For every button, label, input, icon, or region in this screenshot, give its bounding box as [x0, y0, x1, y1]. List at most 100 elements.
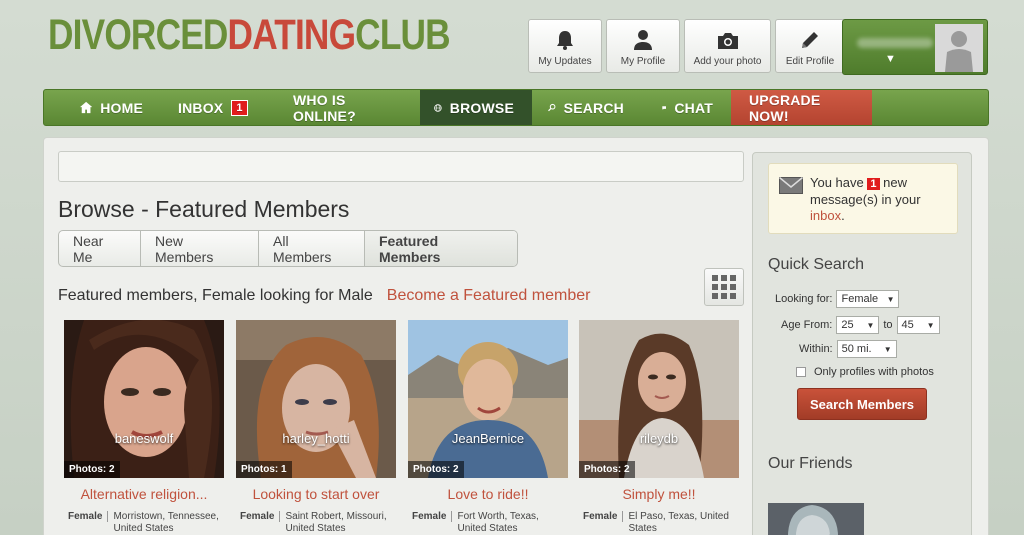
our-friends-title: Our Friends [768, 455, 853, 472]
member-meta: Female Saint Robert, Missouri, United St… [236, 511, 396, 535]
add-photo-button[interactable]: Add your photo [684, 19, 771, 73]
age-to-label: to [883, 319, 893, 331]
member-meta: Female El Paso, Texas, United States [579, 511, 739, 535]
camera-icon [717, 33, 738, 49]
results-subheading: Featured members, Female looking for Mal… [58, 287, 590, 305]
member-gender: Female [68, 511, 109, 522]
my-updates-button[interactable]: My Updates [528, 19, 602, 73]
age-from-select[interactable]: 25 ▼ [836, 316, 880, 334]
member-username: baneswolf [114, 431, 174, 446]
age-range-row: Age From: 25 ▼ to 45 ▼ [781, 316, 940, 334]
within-select[interactable]: 50 mi. ▼ [836, 340, 897, 358]
member-card: harley_hotti Photos: 1 Looking to start … [236, 320, 396, 535]
within-row: Within: 50 mi. ▼ [799, 340, 897, 358]
photos-only-row: Only profiles with photos [796, 366, 934, 378]
nav-inbox[interactable]: INBOX 1 [161, 90, 277, 125]
message-count-badge: 1 [867, 178, 880, 190]
site-logo[interactable]: DIVORCEDDATINGCLUB [48, 10, 451, 60]
photos-only-checkbox[interactable] [796, 367, 806, 377]
new-message-notice: You have 1 new message(s) in your inbox. [768, 163, 958, 234]
nav-browse[interactable]: BROWSE [420, 90, 532, 125]
nav-home-label: HOME [100, 99, 143, 116]
nav-who-is-online[interactable]: WHO IS ONLINE? [277, 90, 420, 125]
photo-count: Photos: 1 [236, 461, 292, 478]
grid-icon-cell [721, 284, 727, 290]
search-members-button[interactable]: Search Members [797, 388, 927, 420]
message-text: You have 1 new message(s) in your inbox. [810, 175, 950, 224]
tab-new-members[interactable]: New Members [141, 231, 259, 266]
member-meta: Female Morristown, Tennessee, United Sta… [64, 511, 224, 535]
photo-count: Photos: 2 [579, 461, 635, 478]
member-username: rileydb [639, 431, 679, 446]
grid-view-button[interactable] [704, 268, 744, 306]
user-menu[interactable]: ▼ [842, 19, 988, 75]
photo-count: Photos: 2 [64, 461, 120, 478]
nav-search-label: SEARCH [563, 99, 624, 116]
search-icon [548, 103, 556, 112]
logo-part-dating: DATING [227, 11, 356, 59]
dropdown-arrow-icon: ▼ [866, 320, 875, 330]
nav-browse-label: BROWSE [449, 99, 514, 116]
edit-profile-label: Edit Profile [785, 56, 835, 67]
grid-icon-cell [712, 284, 718, 290]
age-from-label: Age From: [781, 319, 833, 331]
inbox-count-badge: 1 [231, 99, 248, 116]
my-profile-button[interactable]: My Profile [606, 19, 680, 73]
nav-search[interactable]: SEARCH [532, 90, 642, 125]
edit-profile-button[interactable]: Edit Profile [775, 19, 845, 73]
nav-chat[interactable]: CHAT [642, 90, 731, 125]
tab-near-me[interactable]: Near Me [59, 231, 141, 266]
looking-for-select[interactable]: Female ▼ [836, 290, 900, 308]
grid-icon-cell [730, 284, 736, 290]
age-to-select[interactable]: 45 ▼ [896, 316, 940, 334]
member-username: harley_hotti [282, 431, 350, 446]
member-location: Fort Worth, Texas, United States [457, 511, 539, 534]
pencil-icon [802, 32, 818, 48]
grid-icon-cell [730, 293, 736, 299]
my-updates-label: My Updates [538, 56, 592, 67]
member-username: JeanBernice [451, 431, 525, 446]
friend-thumbnail[interactable] [768, 503, 864, 535]
dropdown-arrow-icon: ▼ [926, 320, 935, 330]
member-tagline[interactable]: Love to ride!! [408, 486, 568, 502]
nav-who-label: WHO IS ONLINE? [293, 91, 356, 124]
message-text-start: You have [810, 175, 864, 190]
nav-upgrade[interactable]: UPGRADE NOW! [731, 90, 872, 125]
chevron-down-icon: ▼ [885, 53, 896, 65]
quick-search-title: Quick Search [768, 256, 865, 273]
member-card: JeanBernice Photos: 2 Love to ride!! Fem… [408, 320, 568, 535]
photos-only-label: Only profiles with photos [814, 366, 934, 378]
become-featured-link[interactable]: Become a Featured member [387, 287, 591, 304]
member-tagline[interactable]: Simply me!! [579, 486, 739, 502]
tab-featured-members[interactable]: Featured Members [365, 231, 517, 266]
main-nav: HOME INBOX 1 WHO IS ONLINE? BROWSE SEARC… [43, 89, 989, 126]
member-photo[interactable]: harley_hotti Photos: 1 [236, 320, 396, 478]
envelope-icon [779, 177, 803, 194]
member-photo[interactable]: baneswolf Photos: 2 [64, 320, 224, 478]
member-location: Saint Robert, Missouri, United States [285, 511, 387, 534]
home-icon [80, 101, 93, 114]
my-profile-label: My Profile [620, 56, 666, 67]
logo-part-club: CLUB [355, 11, 450, 59]
inbox-link[interactable]: inbox [810, 208, 841, 223]
grid-icon-cell [721, 275, 727, 281]
nav-home[interactable]: HOME [44, 90, 161, 125]
results-description: Featured members, Female looking for Mal… [58, 287, 373, 304]
bell-icon [557, 31, 573, 50]
tab-all-members[interactable]: All Members [259, 231, 365, 266]
nav-upgrade-label: UPGRADE NOW! [749, 91, 821, 124]
grid-icon-cell [721, 293, 727, 299]
member-gender: Female [240, 511, 281, 522]
dropdown-arrow-icon: ▼ [886, 294, 895, 304]
member-photo[interactable]: rileydb Photos: 2 [579, 320, 739, 478]
avatar [935, 24, 983, 72]
browse-tabs: Near Me New Members All Members Featured… [58, 230, 518, 267]
age-from-value: 25 [841, 319, 854, 331]
age-to-value: 45 [901, 319, 914, 331]
member-tagline[interactable]: Alternative religion... [64, 486, 224, 502]
member-tagline[interactable]: Looking to start over [236, 486, 396, 502]
member-meta: Female Fort Worth, Texas, United States [408, 511, 568, 535]
grid-icon-cell [712, 275, 718, 281]
logo-part-divorced: DIVORCED [48, 11, 228, 59]
member-photo[interactable]: JeanBernice Photos: 2 [408, 320, 568, 478]
